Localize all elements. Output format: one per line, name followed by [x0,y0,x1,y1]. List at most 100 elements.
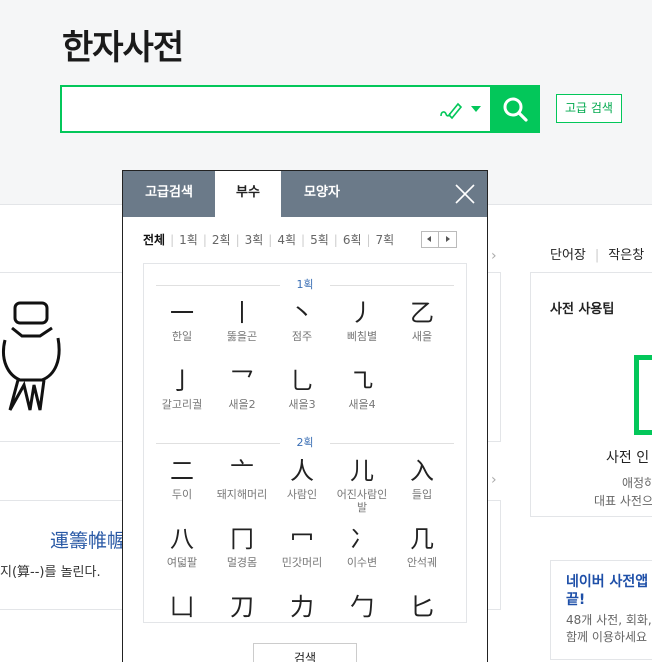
promo-desc-line: 48개 사전, 회화, [566,613,652,627]
pager-prev-button[interactable] [422,232,439,247]
popup-search-button[interactable]: 검색 [253,643,357,662]
radical-char: 力 [290,593,314,621]
radical-char: 亅 [170,367,194,395]
radical-char: 亠 [230,457,254,485]
radical-name: 점주 [291,330,313,343]
promo-desc-line: 함께 이용하세요 [566,630,648,644]
radical-item[interactable]: 丶 점주 [272,298,332,343]
radical-name: 새을3 [288,398,316,411]
popup-tab-bar: 고급검색 부수 모양자 [123,171,487,218]
character-illustration [2,301,61,411]
radical-char: 一 [170,299,194,327]
radical-item[interactable]: 刀 [212,592,272,622]
radical-char: 冂 [230,525,254,553]
radical-search-popup: 고급검색 부수 모양자 전체 | 1획 | 2획 | 3획 | 4획 | 5획 | 6획 | 7획 1획 一 한… [122,170,488,662]
handwriting-pen-icon[interactable] [437,97,463,123]
advanced-search-button[interactable]: 고급 검색 [556,94,622,123]
radical-item[interactable]: 力 [272,592,332,622]
stroke-1[interactable]: 1획 [179,231,198,248]
tip-heading: 사전 인 [606,450,650,466]
radical-item[interactable]: 丨 뚫을곤 [212,298,272,343]
magnifier-icon [503,97,528,122]
radical-item[interactable]: 凵 [152,592,212,622]
triangle-down-icon[interactable] [471,106,481,112]
stroke-group-label: 2획 [296,436,314,449]
radical-item[interactable]: 二 두이 [152,456,212,501]
stroke-7[interactable]: 7획 [376,231,395,248]
chevron-right-icon[interactable]: › [491,472,497,488]
stroke-filter: 전체 | 1획 | 2획 | 3획 | 4획 | 5획 | 6획 | 7획 [143,231,394,248]
radical-name: 어진사람인발 [336,488,388,514]
radical-name: 들입 [411,488,433,501]
radical-item[interactable]: 人 사람인 [272,456,332,501]
radical-item[interactable]: 儿 어진사람인발 [332,456,392,514]
right-tabs: 단어장 | 작은창 [550,244,644,263]
stroke-5[interactable]: 5획 [310,231,329,248]
radical-item[interactable]: 亠 돼지해머리 [212,456,272,501]
radical-name: 두이 [171,488,193,501]
search-input[interactable] [70,93,430,125]
tab-small-window[interactable]: 작은창 [608,248,644,263]
stroke-3[interactable]: 3획 [245,231,264,248]
site-title[interactable]: 한자사전 [62,20,184,69]
radical-item[interactable]: 八 여덟팔 [152,524,212,569]
radical-name: 새을4 [348,398,376,411]
chevron-right-icon[interactable]: › [491,248,497,264]
radical-char: 人 [290,457,314,485]
radical-char: 入 [410,457,434,485]
tab-radical[interactable]: 부수 [215,171,281,218]
radical-item[interactable]: 乛 새을2 [212,366,272,411]
separator: | [333,233,338,247]
radical-char: 冖 [290,525,314,553]
radical-item[interactable]: 几 안석궤 [392,524,452,569]
tip-desc-1: 애정하 [622,476,652,490]
radical-item[interactable]: 入 들입 [392,456,452,501]
radical-item[interactable]: 一 한일 [152,298,212,343]
radical-name: 돼지해머리 [216,488,268,501]
stroke-2[interactable]: 2획 [212,231,231,248]
radical-char: 丶 [290,299,314,327]
tab-wordbook[interactable]: 단어장 [550,248,586,263]
tab-shape[interactable]: 모양자 [281,171,363,217]
radical-name: 이수변 [346,556,378,569]
radical-item[interactable]: 乚 새을3 [272,366,332,411]
tip-desc-2: 대표 사전으 [594,494,652,508]
separator: | [301,233,306,247]
radical-item[interactable]: 冂 멀경몸 [212,524,272,569]
close-icon[interactable] [453,182,477,206]
radical-char: 冫 [350,525,374,553]
radical-name: 새을2 [228,398,256,411]
stroke-pager [421,231,457,248]
radical-name: 민갓머리 [281,556,323,569]
promo-description: 48개 사전, 회화, 함께 이용하세요 [566,612,652,646]
separator: | [202,233,207,247]
sample-hanja-link[interactable]: 運籌帷幄 [50,526,126,553]
stroke-6[interactable]: 6획 [343,231,362,248]
search-box [60,85,492,133]
tab-advanced-search[interactable]: 고급검색 [123,171,215,217]
radical-name: 갈고리궐 [161,398,203,411]
radical-item[interactable]: ㇈ 새을4 [332,366,392,411]
stroke-4[interactable]: 4획 [277,231,296,248]
stroke-group-header: 2획 [156,436,454,450]
search-button[interactable] [490,85,540,133]
separator: | [366,233,371,247]
radical-char: 八 [170,525,194,553]
sample-description: 지(算--)를 놀린다. [0,565,101,580]
separator: | [268,233,273,247]
stroke-group-label: 1획 [296,278,314,291]
radical-item[interactable]: 乙 새을 [392,298,452,343]
radical-item[interactable]: 亅 갈고리궐 [152,366,212,411]
radical-char: 刀 [230,593,254,621]
pager-next-button[interactable] [439,232,456,247]
radical-item[interactable]: 勹 [332,592,392,622]
radical-item[interactable]: 冖 민갓머리 [272,524,332,569]
stroke-all[interactable]: 전체 [143,231,165,248]
promo-title[interactable]: 네이버 사전앱 끝! [566,573,652,609]
radical-item[interactable]: 丿 삐침별 [332,298,392,343]
radical-item[interactable]: 匕 [392,592,452,622]
radical-name: 한일 [171,330,193,343]
radical-char: 勹 [350,593,374,621]
radical-item[interactable]: 冫 이수변 [332,524,392,569]
tip-bracket-graphic [634,355,652,435]
